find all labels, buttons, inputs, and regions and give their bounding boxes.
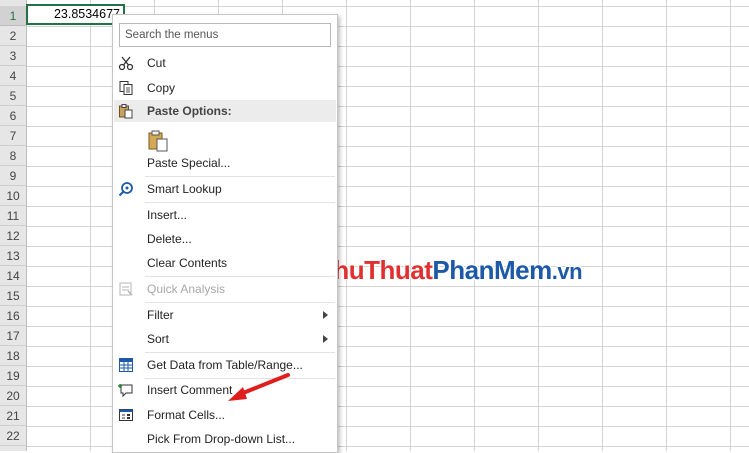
row-header-2[interactable]: 2 [0, 26, 26, 46]
row-header-1[interactable]: 1 [0, 6, 26, 26]
row-header-4[interactable]: 4 [0, 66, 26, 86]
insert-comment-label: Insert Comment [147, 383, 233, 397]
submenu-arrow-icon [323, 311, 328, 319]
copy-icon [118, 80, 134, 96]
get-data-label: Get Data from Table/Range... [147, 358, 303, 372]
quick-analysis-icon [118, 281, 134, 297]
paste-options-header: Paste Options: [114, 100, 336, 122]
paste-icon [118, 103, 134, 119]
row-header-3[interactable]: 3 [0, 46, 26, 66]
menu-item-copy[interactable]: Copy [114, 76, 336, 100]
menu-item-filter[interactable]: Filter [114, 303, 336, 327]
row-header-5[interactable]: 5 [0, 86, 26, 106]
row-header-21[interactable]: 21 [0, 406, 26, 426]
paste-special-label: Paste Special... [147, 156, 231, 170]
table-icon [118, 357, 134, 373]
cut-label: Cut [147, 56, 166, 70]
menu-item-insert-comment[interactable]: Insert Comment [114, 378, 336, 402]
row-header-19[interactable]: 19 [0, 366, 26, 386]
menu-item-delete[interactable]: Delete... [114, 227, 336, 251]
menu-item-cut[interactable]: Cut [114, 51, 336, 75]
watermark-part-2: PhanMem [432, 255, 552, 285]
menu-item-paste-special[interactable]: Paste Special... [114, 151, 336, 175]
format-cells-icon [118, 407, 134, 423]
clear-contents-label: Clear Contents [147, 256, 228, 270]
menu-item-smart-lookup[interactable]: Smart Lookup [114, 177, 336, 201]
menu-item-format-cells[interactable]: Format Cells... [114, 403, 336, 427]
menu-item-pick-dropdown[interactable]: Pick From Drop-down List... [114, 427, 336, 451]
row-header-15[interactable]: 15 [0, 286, 26, 306]
row-header-6[interactable]: 6 [0, 106, 26, 126]
row-header-13[interactable]: 13 [0, 246, 26, 266]
submenu-arrow-icon [323, 335, 328, 343]
row-header-18[interactable]: 18 [0, 346, 26, 366]
copy-label: Copy [147, 81, 176, 95]
pick-dropdown-label: Pick From Drop-down List... [147, 432, 296, 446]
row-header-11[interactable]: 11 [0, 206, 26, 226]
smart-lookup-label: Smart Lookup [147, 182, 222, 196]
format-cells-label: Format Cells... [147, 408, 226, 422]
comment-icon [118, 382, 134, 398]
row-header-20[interactable]: 20 [0, 386, 26, 406]
menu-item-quick-analysis: Quick Analysis [114, 277, 336, 301]
row-header-16[interactable]: 16 [0, 306, 26, 326]
smart-lookup-icon [118, 181, 134, 197]
menu-search-input[interactable]: Search the menus [119, 23, 331, 47]
quick-analysis-label: Quick Analysis [147, 282, 226, 296]
row-header-12[interactable]: 12 [0, 226, 26, 246]
insert-label: Insert... [147, 208, 188, 222]
row-header-10[interactable]: 10 [0, 186, 26, 206]
row-header-22[interactable]: 22 [0, 426, 26, 446]
menu-item-get-data[interactable]: Get Data from Table/Range... [114, 353, 336, 377]
menu-item-clear-contents[interactable]: Clear Contents [114, 251, 336, 275]
clipboard-paste-icon [147, 129, 169, 153]
row-header-9[interactable]: 9 [0, 166, 26, 186]
delete-label: Delete... [147, 232, 192, 246]
filter-label: Filter [147, 308, 174, 322]
paste-options-label: Paste Options: [147, 104, 232, 118]
context-menu: Search the menus Cut Copy Paste Options:… [112, 14, 338, 453]
row-header-8[interactable]: 8 [0, 146, 26, 166]
scissors-icon [118, 55, 134, 71]
row-header-17[interactable]: 17 [0, 326, 26, 346]
watermark: ThuThuatPhanMem.vn [318, 255, 583, 286]
menu-item-sort[interactable]: Sort [114, 327, 336, 351]
row-header-14[interactable]: 14 [0, 266, 26, 286]
row-headers: 1 2 3 4 5 6 7 8 9 10 11 12 13 14 15 16 1… [0, 0, 27, 451]
cell-a1[interactable]: 23.8534677 [26, 4, 125, 25]
watermark-part-3: .vn [551, 259, 583, 284]
sort-label: Sort [147, 332, 170, 346]
row-header-7[interactable]: 7 [0, 126, 26, 146]
menu-item-insert[interactable]: Insert... [114, 203, 336, 227]
